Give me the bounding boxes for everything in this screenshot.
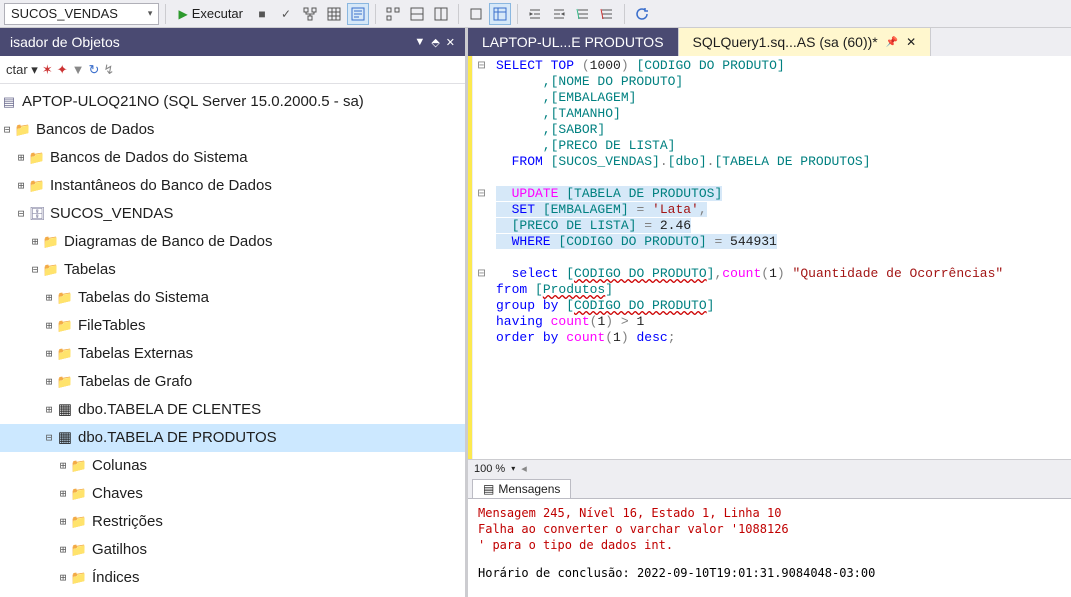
tree-node[interactable]: ⊞📁Chaves	[0, 480, 465, 508]
tree-node-table-selected[interactable]: ⊟▦dbo.TABELA DE PRODUTOS	[0, 424, 465, 452]
disconnect-icon[interactable]: ✶	[42, 62, 53, 78]
error-line: Falha ao converter o varchar valor '1088…	[478, 521, 1061, 537]
object-tree[interactable]: ▤APTOP-ULOQ21NO (SQL Server 15.0.2000.5 …	[0, 84, 465, 597]
tool-icon[interactable]	[430, 3, 452, 25]
separator	[375, 4, 376, 24]
code-editor[interactable]: ⊟ ⊟ ⊟ SELECT TOP (1000) [CODIGO DO PRODU…	[468, 56, 1071, 459]
tree-node[interactable]: ⊞📁FileTables	[0, 312, 465, 340]
messages-label: Mensagens	[498, 482, 560, 496]
refresh-icon[interactable]	[631, 3, 653, 25]
zoom-bar: 100 % ▾ ◂	[468, 459, 1071, 477]
chevron-down-icon: ▾	[148, 8, 153, 19]
tool-icon[interactable]	[382, 3, 404, 25]
outdent-icon[interactable]	[548, 3, 570, 25]
separator	[458, 4, 459, 24]
tree-node[interactable]: ⊞📁Diagramas de Banco de Dados	[0, 228, 465, 256]
zoom-value[interactable]: 100 %	[474, 463, 505, 475]
tool-icon[interactable]: ↯	[103, 62, 114, 78]
tool-icon[interactable]: ✦	[57, 62, 68, 78]
object-explorer: isador de Objetos ▼ ⬘ ✕ ctar ▾ ✶ ✦ ▼ ↻ ↯…	[0, 28, 468, 597]
tree-node[interactable]: ⊞📁Instantâneos do Banco de Dados	[0, 172, 465, 200]
filter-icon[interactable]: ▼	[72, 62, 85, 77]
tab-label: LAPTOP-UL...E PRODUTOS	[482, 34, 664, 50]
uncomment-icon[interactable]	[596, 3, 618, 25]
plan-icon[interactable]	[299, 3, 321, 25]
tree-node-table[interactable]: ⊞▦dbo.TABELA DE CLENTES	[0, 396, 465, 424]
results-text-icon[interactable]	[347, 3, 369, 25]
play-icon: ▶	[178, 7, 187, 21]
server-node[interactable]: ▤APTOP-ULOQ21NO (SQL Server 15.0.2000.5 …	[0, 88, 465, 116]
tool-icon[interactable]	[406, 3, 428, 25]
separator	[624, 4, 625, 24]
object-explorer-header: isador de Objetos ▼ ⬘ ✕	[0, 28, 465, 56]
editor-area: LAPTOP-UL...E PRODUTOS SQLQuery1.sq...AS…	[468, 28, 1071, 597]
tree-node[interactable]: ⊞📁Gatilhos	[0, 536, 465, 564]
close-icon[interactable]: ✕	[446, 36, 455, 49]
editor-tabs: LAPTOP-UL...E PRODUTOS SQLQuery1.sq...AS…	[468, 28, 1071, 56]
database-name: SUCOS_VENDAS	[11, 6, 118, 21]
messages-pane[interactable]: Mensagem 245, Nível 16, Estado 1, Linha …	[468, 499, 1071, 597]
tool-icon[interactable]	[465, 3, 487, 25]
error-line: ' para o tipo de dados int.	[478, 537, 1061, 553]
tool-icon[interactable]	[489, 3, 511, 25]
tree-node[interactable]: ⊞📁Bancos de Dados do Sistema	[0, 144, 465, 172]
results-tabs: ▤ Mensagens	[468, 477, 1071, 499]
execute-button[interactable]: ▶ Executar	[172, 3, 249, 25]
dropdown-icon[interactable]: ▼	[414, 36, 425, 49]
main-toolbar: SUCOS_VENDAS ▾ ▶ Executar ■ ✓	[0, 0, 1071, 28]
messages-icon: ▤	[483, 482, 494, 496]
parse-button[interactable]: ✓	[275, 3, 297, 25]
error-line: Mensagem 245, Nível 16, Estado 1, Linha …	[478, 505, 1061, 521]
tree-node[interactable]: ⊞📁Tabelas Externas	[0, 340, 465, 368]
tab-active[interactable]: SQLQuery1.sq...AS (sa (60))* 📌 ✕	[679, 28, 932, 56]
tree-node[interactable]: ⊟📁Tabelas	[0, 256, 465, 284]
separator	[165, 4, 166, 24]
tree-node[interactable]: ⊞📁Tabelas do Sistema	[0, 284, 465, 312]
tree-node[interactable]: ⊟🗄SUCOS_VENDAS	[0, 200, 465, 228]
refresh-icon[interactable]: ↻	[89, 62, 100, 78]
indent-icon[interactable]	[524, 3, 546, 25]
tab-inactive[interactable]: LAPTOP-UL...E PRODUTOS	[468, 28, 679, 56]
tab-label: SQLQuery1.sq...AS (sa (60))*	[693, 34, 878, 50]
close-icon[interactable]: ✕	[906, 35, 916, 49]
object-explorer-toolbar: ctar ▾ ✶ ✦ ▼ ↻ ↯	[0, 56, 465, 84]
connect-button[interactable]: ctar ▾	[6, 62, 38, 78]
results-grid-icon[interactable]	[323, 3, 345, 25]
database-dropdown[interactable]: SUCOS_VENDAS ▾	[4, 3, 159, 25]
comment-icon[interactable]	[572, 3, 594, 25]
object-explorer-title: isador de Objetos	[10, 34, 120, 50]
tree-node[interactable]: ⊞📁Colunas	[0, 452, 465, 480]
code-content[interactable]: SELECT TOP (1000) [CODIGO DO PRODUTO] ,[…	[490, 56, 1071, 459]
tree-node[interactable]: ⊞📁Tabelas de Grafo	[0, 368, 465, 396]
tree-node[interactable]: ⊞📁Índices	[0, 564, 465, 592]
pin-icon[interactable]: 📌	[886, 37, 898, 48]
outline-column[interactable]: ⊟ ⊟ ⊟	[472, 56, 490, 459]
stop-button[interactable]: ■	[251, 3, 273, 25]
execute-label: Executar	[192, 6, 243, 21]
scroll-left-icon[interactable]: ◂	[521, 462, 527, 475]
completion-line: Horário de conclusão: 2022-09-10T19:01:3…	[478, 565, 1061, 581]
chevron-down-icon[interactable]: ▾	[511, 464, 515, 473]
tree-node[interactable]: ⊞📁Restrições	[0, 508, 465, 536]
tree-node[interactable]: ⊟📁Bancos de Dados	[0, 116, 465, 144]
messages-tab[interactable]: ▤ Mensagens	[472, 479, 571, 498]
pin-icon[interactable]: ⬘	[431, 36, 439, 49]
separator	[517, 4, 518, 24]
